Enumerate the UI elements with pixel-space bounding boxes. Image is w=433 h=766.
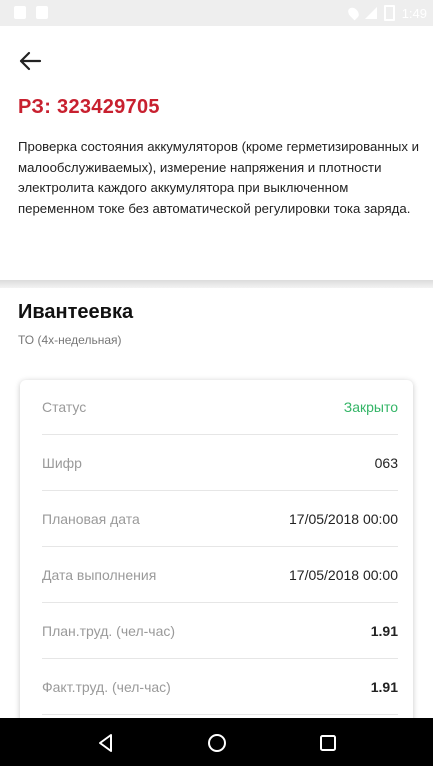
detail-value: 17/05/2018 00:00	[289, 511, 398, 527]
notification-icon	[14, 6, 26, 19]
task-description: Проверка состояния аккумуляторов (кроме …	[18, 139, 420, 216]
detail-label: Шифр	[42, 455, 82, 471]
notification-icon	[36, 6, 48, 19]
detail-row-code: Шифр 063	[42, 436, 398, 491]
detail-row-planned-labor: План.труд. (чел-час) 1.91	[42, 604, 398, 659]
location-icon	[345, 5, 361, 21]
page-title: РЗ: 323429705	[18, 96, 160, 118]
signal-icon	[364, 7, 377, 19]
recents-square-icon	[320, 735, 336, 751]
status-bar: 1:49	[0, 0, 433, 26]
detail-value: 1.91	[370, 679, 398, 695]
detail-label: Факт.труд. (чел-час)	[42, 679, 171, 695]
detail-row-planned-date: Плановая дата 17/05/2018 00:00	[42, 492, 398, 547]
location-name: Ивантеевка	[18, 301, 134, 323]
home-circle-icon	[208, 734, 226, 752]
detail-label: Плановая дата	[42, 511, 140, 527]
arrow-left-icon	[19, 51, 42, 71]
status-value: Закрыто	[343, 399, 398, 415]
back-triangle-icon	[99, 734, 112, 752]
section-divider	[0, 280, 433, 288]
detail-value: 1.91	[370, 623, 398, 639]
back-button[interactable]	[18, 50, 44, 72]
status-time: 1:49	[401, 5, 427, 21]
detail-label: Дата выполнения	[42, 567, 157, 583]
detail-value: 063	[374, 455, 398, 471]
detail-label: Статус	[42, 399, 87, 415]
detail-row-completion-date: Дата выполнения 17/05/2018 00:00	[42, 548, 398, 603]
battery-icon	[383, 5, 395, 21]
detail-row-status: Статус Закрыто	[42, 380, 398, 435]
detail-row-actual-labor: Факт.труд. (чел-час) 1.91	[42, 660, 398, 715]
nav-recents-button[interactable]	[317, 732, 339, 754]
nav-home-button[interactable]	[206, 732, 228, 754]
details-card: Статус Закрыто Шифр 063 Плановая дата 17…	[20, 380, 413, 740]
maintenance-type: ТО (4х-недельная)	[18, 333, 122, 347]
system-nav-bar	[0, 718, 433, 766]
detail-value: 17/05/2018 00:00	[289, 567, 398, 583]
detail-label: План.труд. (чел-час)	[42, 623, 176, 639]
nav-back-button[interactable]	[95, 732, 117, 754]
